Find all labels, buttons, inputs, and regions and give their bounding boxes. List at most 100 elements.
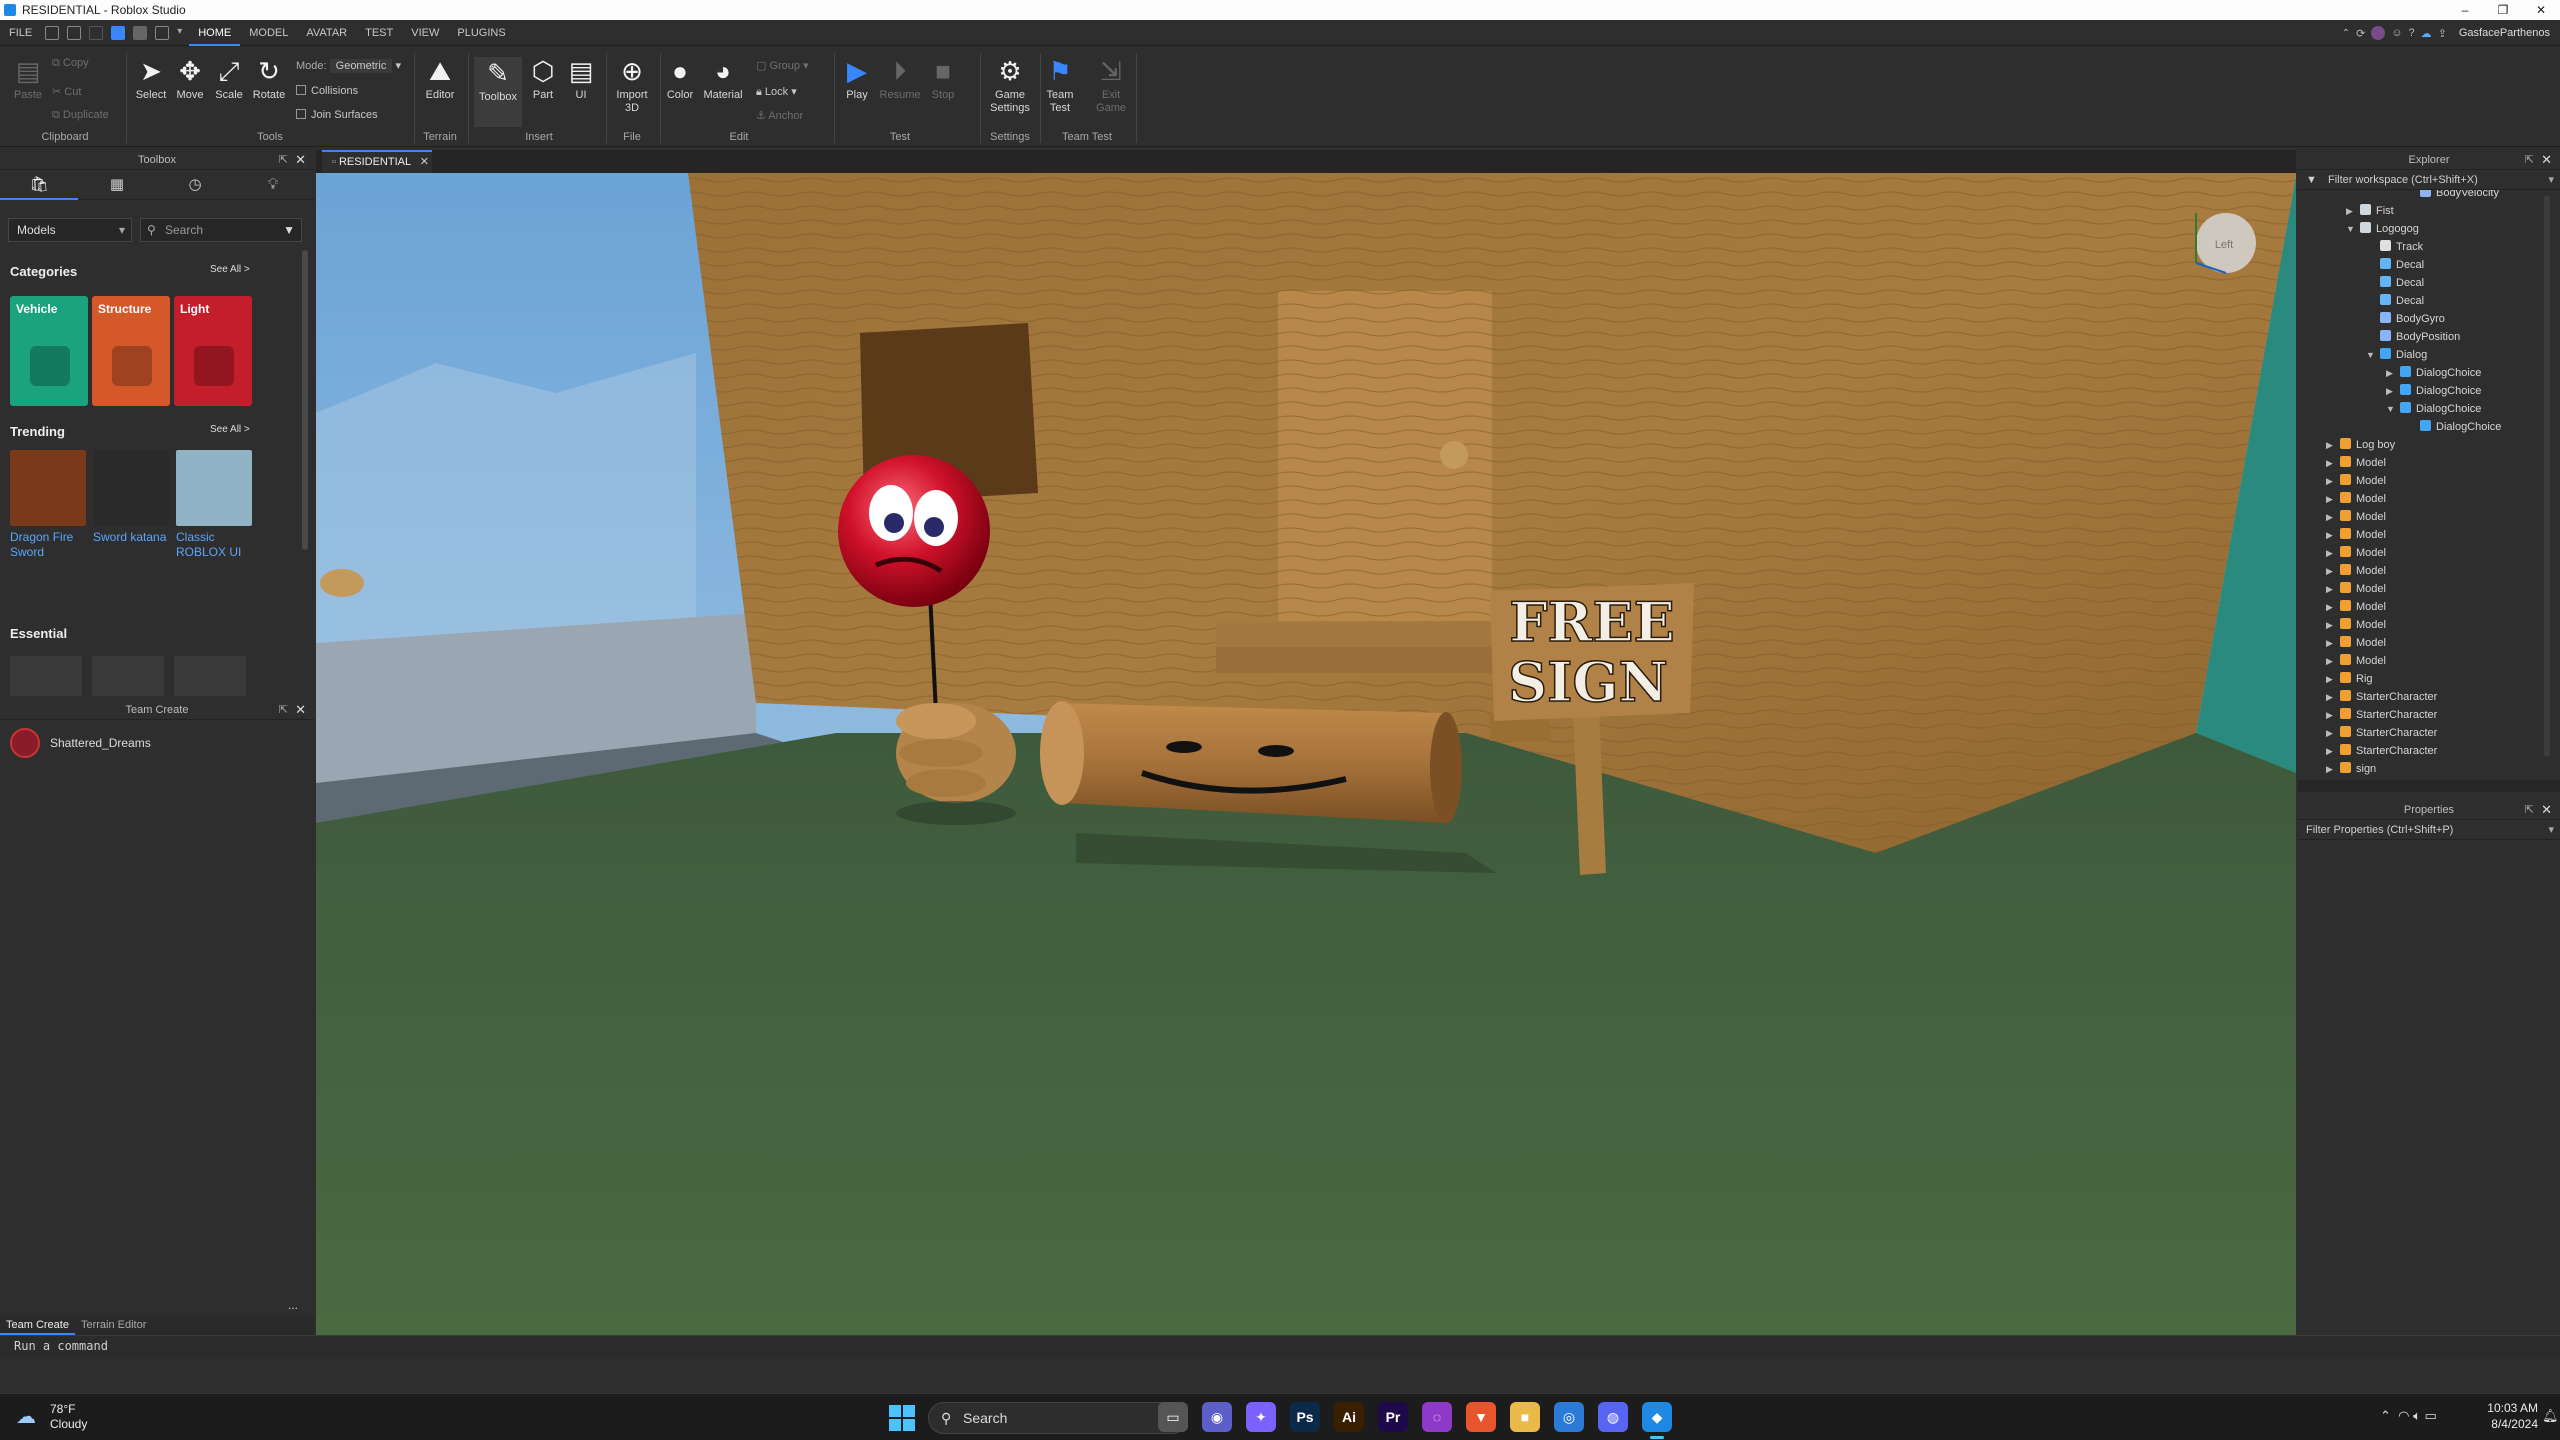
redo-icon[interactable]	[89, 25, 104, 40]
close-icon[interactable]: ✕	[295, 150, 306, 170]
mode-select[interactable]: Mode: Geometric ▾	[296, 59, 401, 73]
join-surfaces-checkbox[interactable]: Join Surfaces	[296, 109, 378, 121]
explorer-tree-item[interactable]: DialogChoice	[2406, 418, 2501, 436]
asset-type-dropdown[interactable]: Models ▾	[8, 218, 132, 242]
tab-marketplace[interactable]: 🛍︎	[0, 170, 78, 200]
anchor-button[interactable]: ⚓︎ Anchor	[756, 109, 803, 122]
pin-icon[interactable]: ⇱	[2525, 800, 2534, 820]
explorer-tree-item[interactable]: ▶ Log boy	[2326, 436, 2395, 454]
roblox-studio-icon[interactable]: ◆	[1642, 1402, 1672, 1432]
trending-item-name[interactable]: Sword katana	[93, 530, 169, 545]
chevron-right-icon[interactable]: ▶	[2326, 634, 2340, 652]
cloud-icon[interactable]: ☁	[2421, 27, 2432, 40]
explorer-tree-item[interactable]: BodyPosition	[2366, 328, 2460, 346]
explorer-tree-item[interactable]: Decal	[2366, 256, 2424, 274]
chevron-right-icon[interactable]: ▶	[2326, 724, 2340, 742]
essential-item[interactable]	[92, 656, 164, 696]
brave-icon[interactable]: ▼	[1466, 1402, 1496, 1432]
chevron-down-icon[interactable]: ▼	[2366, 346, 2380, 364]
move-button[interactable]: ✥ Move	[172, 57, 208, 102]
avatar[interactable]	[2371, 26, 2386, 40]
part-button[interactable]: ⬡ Part	[526, 57, 560, 102]
paste-button[interactable]: ▤ Paste	[10, 57, 46, 102]
cut-button[interactable]: ✂ Cut	[52, 85, 81, 98]
menu-test[interactable]: TEST	[356, 20, 402, 46]
explorer-tree-item[interactable]: ▼ Logogog	[2346, 220, 2419, 238]
pin-icon[interactable]: ⇱	[2525, 150, 2534, 170]
chevron-right-icon[interactable]: ▶	[2326, 706, 2340, 724]
photoshop-icon[interactable]: Ps	[1290, 1402, 1320, 1432]
explorer-tree-item[interactable]: ▶ Model	[2326, 598, 2386, 616]
pin-icon[interactable]: ⇱	[279, 700, 288, 720]
stop-button[interactable]: ■ Stop	[926, 57, 960, 102]
minimize-button[interactable]: –	[2446, 0, 2484, 20]
chevron-right-icon[interactable]: ▶	[2326, 472, 2340, 490]
explorer-tree-item[interactable]: BodyGyro	[2366, 310, 2445, 328]
username[interactable]: GasfaceParthenos	[2459, 27, 2550, 39]
close-tab-icon[interactable]: ✕	[420, 156, 429, 168]
clock[interactable]: 10:03 AM 8/4/2024	[2474, 1400, 2538, 1432]
group-button[interactable]: ▢ Group ▾	[756, 59, 809, 72]
pin-icon[interactable]: ⇱	[279, 150, 288, 170]
file-explorer-icon[interactable]: ▭	[1158, 1402, 1188, 1432]
start-button[interactable]	[888, 1404, 916, 1432]
chevron-right-icon[interactable]: ▶	[2326, 580, 2340, 598]
share-icon[interactable]: ⇪	[2438, 27, 2447, 40]
play-quick-icon[interactable]	[111, 25, 126, 40]
command-input[interactable]: Run a command	[14, 1339, 108, 1353]
resume-button[interactable]: ⏵ Resume	[878, 57, 922, 102]
command-bar[interactable]: Run a command	[0, 1335, 2560, 1357]
menu-model[interactable]: MODEL	[240, 20, 297, 46]
material-button[interactable]: ◕ Material	[700, 57, 746, 102]
maximize-button[interactable]: ❐	[2484, 0, 2522, 20]
trending-see-all[interactable]: See All >	[210, 424, 250, 435]
weather-widget[interactable]: 78°F Cloudy	[50, 1402, 87, 1432]
menu-file[interactable]: FILE	[0, 20, 41, 46]
explorer-tree-item[interactable]: Decal	[2366, 274, 2424, 292]
chevron-right-icon[interactable]: ▶	[2326, 436, 2340, 454]
chevron-right-icon[interactable]: ▶	[2326, 760, 2340, 778]
import-3d-button[interactable]: ⊕ Import 3D	[610, 57, 654, 115]
browser-icon[interactable]: ◎	[1554, 1402, 1584, 1432]
trending-thumbnail[interactable]	[176, 450, 252, 526]
categories-see-all[interactable]: See All >	[210, 264, 250, 275]
help-icon[interactable]: ?	[2409, 27, 2415, 39]
app-purple-icon[interactable]: ◌	[1422, 1402, 1452, 1432]
explorer-tree-item[interactable]: ▶ DialogChoice	[2386, 382, 2481, 400]
chat-icon[interactable]: ◉	[1202, 1402, 1232, 1432]
toolbox-button[interactable]: ✎ Toolbox	[474, 57, 522, 127]
trending-thumbnail[interactable]	[10, 450, 86, 526]
chevron-right-icon[interactable]: ▶	[2386, 382, 2400, 400]
close-window-button[interactable]: ✕	[2522, 0, 2560, 20]
close-icon[interactable]: ✕	[2541, 150, 2552, 170]
chevron-right-icon[interactable]: ▶	[2326, 670, 2340, 688]
collapse-ribbon-icon[interactable]: ⌃	[2342, 28, 2350, 39]
explorer-tree-item[interactable]: ▶ StarterCharacter	[2326, 688, 2437, 706]
explorer-tree-item[interactable]: ▶ Model	[2326, 634, 2386, 652]
chevron-down-icon[interactable]: ▼	[2386, 400, 2400, 418]
category-tile[interactable]: Light	[174, 296, 252, 406]
more-options-icon[interactable]: ...	[288, 1298, 298, 1312]
chevron-right-icon[interactable]: ▶	[2326, 652, 2340, 670]
explorer-tree-item[interactable]: ▶ Rig	[2326, 670, 2373, 688]
lock-button[interactable]: 🔒︎ Lock ▾	[756, 85, 797, 99]
essential-item[interactable]	[10, 656, 82, 696]
exit-game-button[interactable]: ⇲ Exit Game	[1094, 57, 1128, 115]
explorer-filter-input[interactable]: ▼ Filter workspace (Ctrl+Shift+X) ▾	[2298, 170, 2560, 190]
explorer-tree-item[interactable]: ▶ Model	[2326, 490, 2386, 508]
close-icon[interactable]: ✕	[295, 700, 306, 720]
menu-avatar[interactable]: AVATAR	[297, 20, 356, 46]
chevron-right-icon[interactable]: ▶	[2326, 508, 2340, 526]
save-icon[interactable]	[67, 25, 82, 40]
copy-button[interactable]: ⧉ Copy	[52, 57, 89, 70]
explorer-hscrollbar[interactable]	[2298, 780, 2560, 792]
chevron-right-icon[interactable]: ▶	[2346, 202, 2360, 220]
color-button[interactable]: ● Color	[664, 57, 696, 102]
explorer-tree-item[interactable]: ▶ Model	[2326, 508, 2386, 526]
explorer-tree-item[interactable]: ▶ Fist	[2346, 202, 2394, 220]
stop-quick-icon[interactable]	[133, 25, 148, 40]
tray-icons[interactable]: ⌃ ◠ 🔈︎ ▭	[2380, 1408, 2437, 1424]
explorer-tree-item[interactable]: ▶ DialogChoice	[2386, 364, 2481, 382]
friends-icon[interactable]: ☺	[2391, 27, 2402, 39]
chevron-right-icon[interactable]: ▶	[2326, 544, 2340, 562]
